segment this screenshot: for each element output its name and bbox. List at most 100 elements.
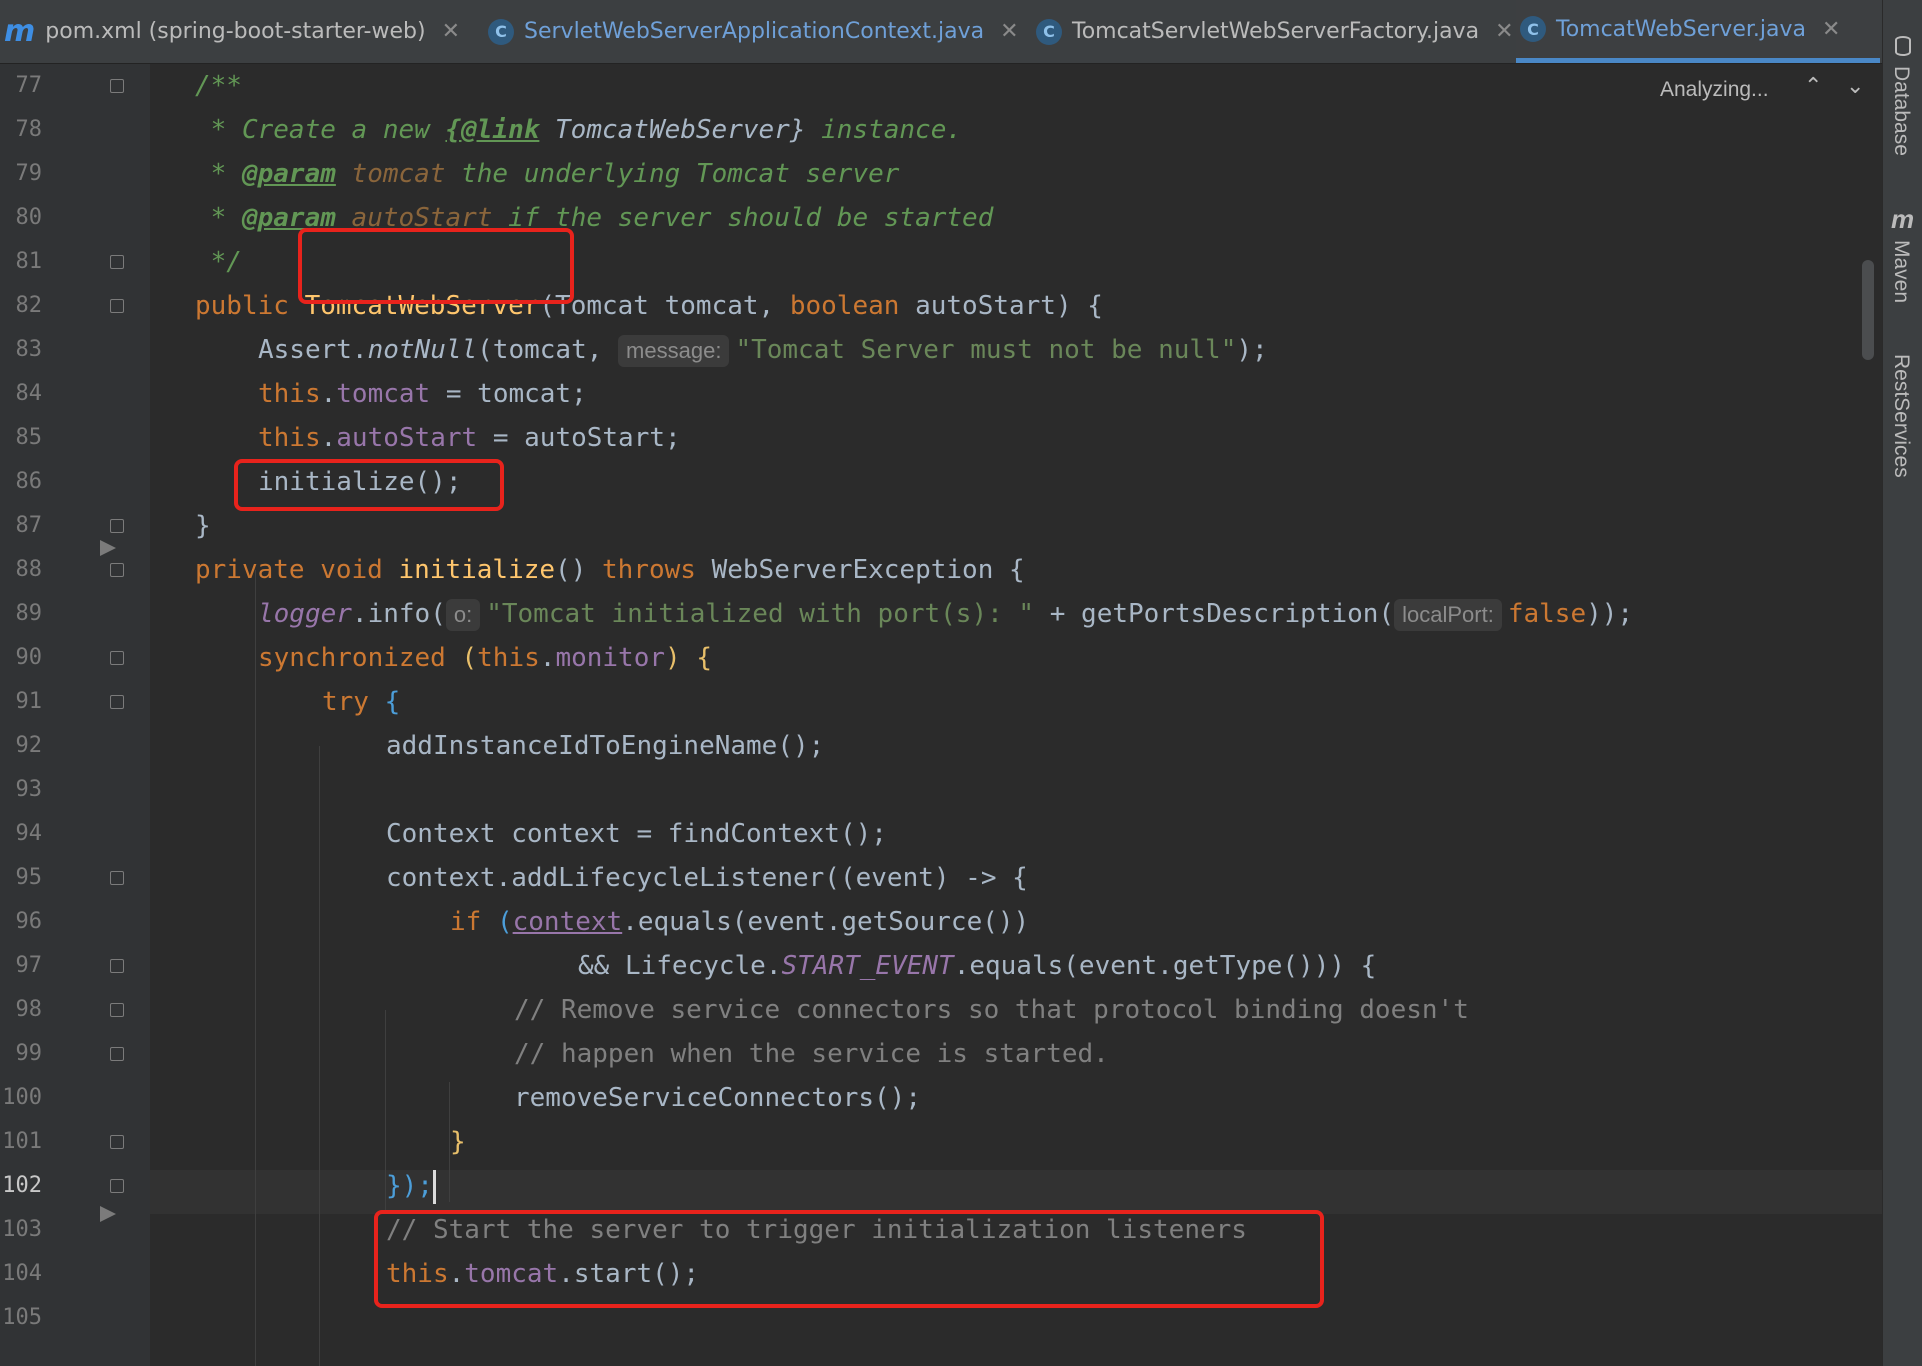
indent-guide (319, 746, 320, 1366)
field-name: monitor (555, 643, 666, 673)
line-number: 94 (15, 821, 43, 846)
code-text: . (539, 643, 556, 673)
close-icon[interactable]: ✕ (1822, 17, 1840, 42)
fold-marker-icon[interactable] (110, 563, 124, 577)
highlight-box-constructor (298, 228, 574, 304)
code-text: Context context = findContext(); (386, 819, 887, 849)
fold-marker-icon[interactable] (110, 255, 124, 269)
doc-comment: */ (195, 247, 242, 277)
next-highlight-icon[interactable]: ⌄ (1846, 74, 1864, 99)
previous-highlight-icon[interactable]: ⌃ (1804, 74, 1822, 99)
code-text: && Lifecycle. (578, 951, 782, 981)
code-line-83: Assert.notNull(tomcat, message: "Tomcat S… (258, 328, 1882, 372)
code-text: . (320, 379, 337, 409)
inspection-status: Analyzing... (1660, 78, 1769, 101)
keyword: if (450, 907, 497, 937)
code-text: addInstanceIdToEngineName(); (386, 731, 825, 761)
code-line-88: private void initialize() throws WebServ… (195, 548, 1882, 592)
line-number: 87 (15, 513, 43, 538)
keyword: try (322, 687, 385, 717)
keyword: this (477, 643, 540, 673)
line-number-current: 102 (2, 1173, 42, 1198)
fold-marker-icon[interactable] (110, 519, 124, 533)
implementation-arrow-icon[interactable] (100, 1206, 116, 1222)
line-number: 97 (15, 953, 43, 978)
brace: } (450, 1127, 466, 1157)
line-number: 89 (15, 601, 43, 626)
fold-marker-icon[interactable] (110, 695, 124, 709)
tab-pom-xml[interactable]: m pom.xml (spring-boot-starter-web) ✕ (0, 0, 472, 63)
line-number: 77 (15, 73, 43, 98)
class-icon: C (1520, 16, 1546, 42)
doc-comment: * (195, 203, 242, 233)
brace: { (384, 687, 401, 717)
doc-tag: @param (241, 159, 336, 189)
keyword: synchronized (258, 643, 462, 673)
code-line-100: removeServiceConnectors(); (514, 1076, 1882, 1120)
fold-marker-icon[interactable] (110, 959, 124, 973)
tab-label: TomcatServletWebServerFactory.java (1072, 19, 1480, 44)
close-icon[interactable]: ✕ (1495, 19, 1513, 44)
fold-marker-icon[interactable] (110, 1047, 124, 1061)
field-name: autoStart (336, 423, 478, 453)
tab-label: ServletWebServerApplicationContext.java (524, 19, 985, 44)
line-number: 103 (2, 1217, 42, 1242)
line-number: 93 (15, 777, 43, 802)
fold-marker-icon[interactable] (110, 299, 124, 313)
code-line-91: try { (322, 680, 1882, 724)
line-number: 82 (15, 293, 43, 318)
code-text: Assert. (258, 335, 368, 365)
line-number: 90 (15, 645, 43, 670)
implementation-arrow-icon[interactable] (100, 540, 116, 556)
lambda-text: (event) -> { (839, 863, 1028, 893)
line-number: 98 (15, 997, 43, 1022)
line-number: 105 (2, 1305, 42, 1330)
close-icon[interactable]: ✕ (442, 19, 460, 44)
doc-comment: * Create a new (195, 115, 446, 145)
rest-services-panel-button[interactable]: RestServices (1889, 354, 1913, 478)
code-text: () (555, 555, 603, 585)
doc-link-target: TomcatWebServer} (539, 115, 806, 145)
code-text: = autoStart; (477, 423, 681, 453)
string-literal: "Tomcat initialized with port(s): " (486, 599, 1035, 629)
parameter-hint: o: (445, 598, 481, 631)
fold-marker-icon[interactable] (110, 1003, 124, 1017)
code-line-101: } (450, 1120, 1882, 1164)
tab-servlet-web-server-application-context[interactable]: C ServletWebServerApplicationContext.jav… (484, 0, 1024, 63)
line-number: 95 (15, 865, 43, 890)
doc-comment: the underlying Tomcat server (445, 159, 900, 189)
code-text: )); (1586, 599, 1634, 629)
paren: ) { (665, 643, 712, 673)
close-icon[interactable]: ✕ (1000, 19, 1018, 44)
fold-marker-icon[interactable] (110, 651, 124, 665)
tab-tomcat-servlet-web-server-factory[interactable]: C TomcatServletWebServerFactory.java ✕ (1032, 0, 1518, 63)
keyword: boolean (789, 291, 900, 321)
tab-label: TomcatWebServer.java (1556, 16, 1806, 42)
database-panel-button[interactable]: Database (1889, 66, 1913, 156)
code-line-92: addInstanceIdToEngineName(); (386, 724, 1882, 768)
parameter-hint: localPort: (1394, 598, 1502, 631)
keyword: false (1507, 599, 1587, 629)
code-line-97: && Lifecycle.START_EVENT.equals(event.ge… (578, 944, 1882, 988)
code-line-85: this.autoStart = autoStart; (258, 416, 1882, 460)
fold-marker-icon[interactable] (110, 871, 124, 885)
line-number: 96 (15, 909, 43, 934)
maven-panel-button[interactable]: Maven (1889, 240, 1913, 303)
keyword: this (258, 379, 321, 409)
code-text: } (195, 511, 211, 541)
fold-marker-icon[interactable] (110, 79, 124, 93)
code-line-98: // Remove service connectors so that pro… (514, 988, 1882, 1032)
string-literal: "Tomcat Server must not be null" (735, 335, 1237, 365)
line-number: 85 (15, 425, 43, 450)
fold-marker-icon[interactable] (110, 1179, 124, 1193)
tab-label: pom.xml (spring-boot-starter-web) (45, 19, 426, 44)
fold-marker-icon[interactable] (110, 1135, 124, 1149)
code-editor[interactable]: 77 78 79 80 81 82 83 84 85 86 87 88 89 9… (0, 64, 1882, 1366)
code-text: = tomcat; (430, 379, 587, 409)
editor-scrollbar[interactable] (1862, 260, 1874, 360)
code-text: removeServiceConnectors(); (514, 1083, 921, 1113)
line-comment: // happen when the service is started. (514, 1039, 1109, 1069)
line-number: 101 (2, 1129, 42, 1154)
code-text: + getPortsDescription( (1034, 599, 1395, 629)
tab-tomcat-web-server[interactable]: C TomcatWebServer.java ✕ (1516, 0, 1880, 63)
